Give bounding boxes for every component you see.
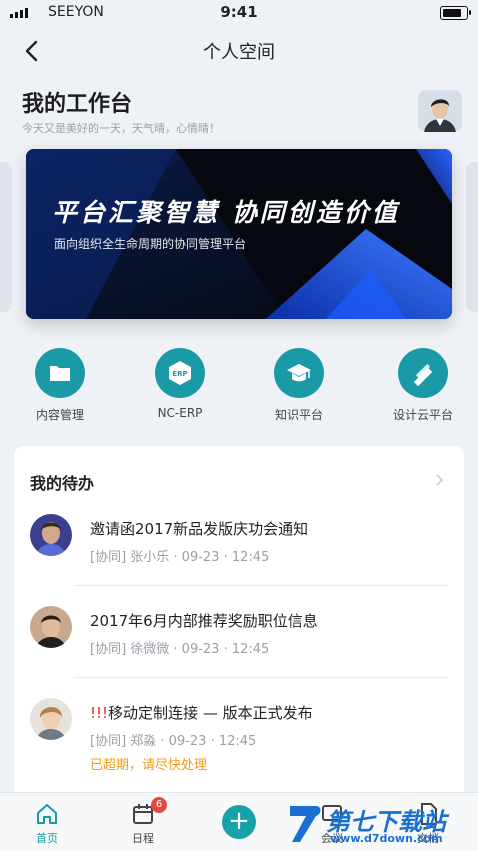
avatar (30, 514, 72, 556)
schedule-badge: 6 (151, 797, 167, 813)
todo-title: 我的待办 (30, 474, 95, 493)
carousel-next-card[interactable] (466, 162, 478, 312)
erp-icon: ERP (155, 348, 205, 398)
ruler-pencil-icon (398, 348, 448, 398)
watermark-logo (290, 806, 321, 842)
chevron-right-icon[interactable] (434, 474, 446, 486)
todo-item-meta: [协同] 郑淼 · 09-23 · 12:45 (90, 734, 257, 749)
carousel-prev-card[interactable] (0, 162, 12, 312)
workspace-title: 我的工作台 (22, 92, 133, 117)
todo-item-title-wrap: !!!移动定制连接 — 版本正式发布 (90, 702, 313, 723)
app-label: NC-ERP (157, 406, 203, 420)
page-title: 个人空间 (203, 42, 275, 63)
workspace-greeting: 今天又是美好的一天，天气晴，心情晴！ (22, 122, 220, 135)
app-nc-erp[interactable]: ERP NC-ERP (135, 348, 225, 420)
status-bar: SEEYON 9:41 (0, 0, 478, 26)
app-label: 知识平台 (274, 408, 323, 422)
avatar (30, 606, 72, 648)
divider (74, 677, 448, 678)
battery-icon (440, 6, 468, 20)
user-avatar[interactable] (418, 90, 462, 132)
overdue-alert-mark: !!! (90, 704, 109, 722)
todo-card: 我的待办 邀请函2017新品发版庆功会通知 [协同] 张小乐 · 09-23 ·… (14, 446, 464, 806)
overdue-warning: 已超期，请尽快处理 (90, 758, 208, 773)
banner-subtitle: 面向组织全生命周期的协同管理平台 (54, 237, 247, 251)
clock: 9:41 (220, 3, 258, 21)
todo-item-meta: [协同] 徐微微 · 09-23 · 12:45 (90, 642, 270, 657)
banner-title: 平台汇聚智慧 协同创造价值 (52, 198, 400, 227)
todo-item-title: 移动定制连接 — 版本正式发布 (108, 704, 313, 722)
promo-banner[interactable]: 平台汇聚智慧 协同创造价值 面向组织全生命周期的协同管理平台 (26, 149, 452, 319)
graduation-cap-icon (274, 348, 324, 398)
tab-home-label: 首页 (36, 832, 58, 845)
tab-schedule-label: 日程 (132, 832, 154, 845)
add-button[interactable]: + (222, 805, 256, 839)
app-design-cloud[interactable]: 设计云平台 (378, 348, 468, 423)
battery-cap (469, 10, 471, 15)
folder-icon (35, 348, 85, 398)
todo-item-title: 邀请函2017新品发版庆功会通知 (90, 520, 309, 538)
todo-item-title: 2017年6月内部推荐奖励职位信息 (90, 612, 318, 630)
divider (74, 585, 448, 586)
app-knowledge-platform[interactable]: 知识平台 (254, 348, 344, 423)
tab-schedule[interactable]: 日程 6 (113, 797, 173, 846)
todo-item[interactable]: !!!移动定制连接 — 版本正式发布 [协同] 郑淼 · 09-23 · 12:… (30, 698, 448, 778)
avatar (30, 698, 72, 740)
app-content-management[interactable]: 内容管理 (15, 348, 105, 423)
site-watermark: 第七下载站 www.d7down.com (286, 800, 478, 850)
todo-item[interactable]: 邀请函2017新品发版庆功会通知 [协同] 张小乐 · 09-23 · 12:4… (30, 514, 448, 574)
todo-item-meta: [协同] 张小乐 · 09-23 · 12:45 (90, 550, 270, 565)
svg-text:ERP: ERP (172, 370, 187, 378)
app-label: 设计云平台 (392, 408, 453, 422)
home-icon (37, 804, 57, 824)
app-label: 内容管理 (35, 408, 84, 422)
watermark-url: www.d7down.com (330, 832, 443, 845)
banner-graphic (26, 149, 452, 319)
tab-home[interactable]: 首页 (17, 801, 77, 846)
todo-item[interactable]: 2017年6月内部推荐奖励职位信息 [协同] 徐微微 · 09-23 · 12:… (30, 606, 448, 666)
